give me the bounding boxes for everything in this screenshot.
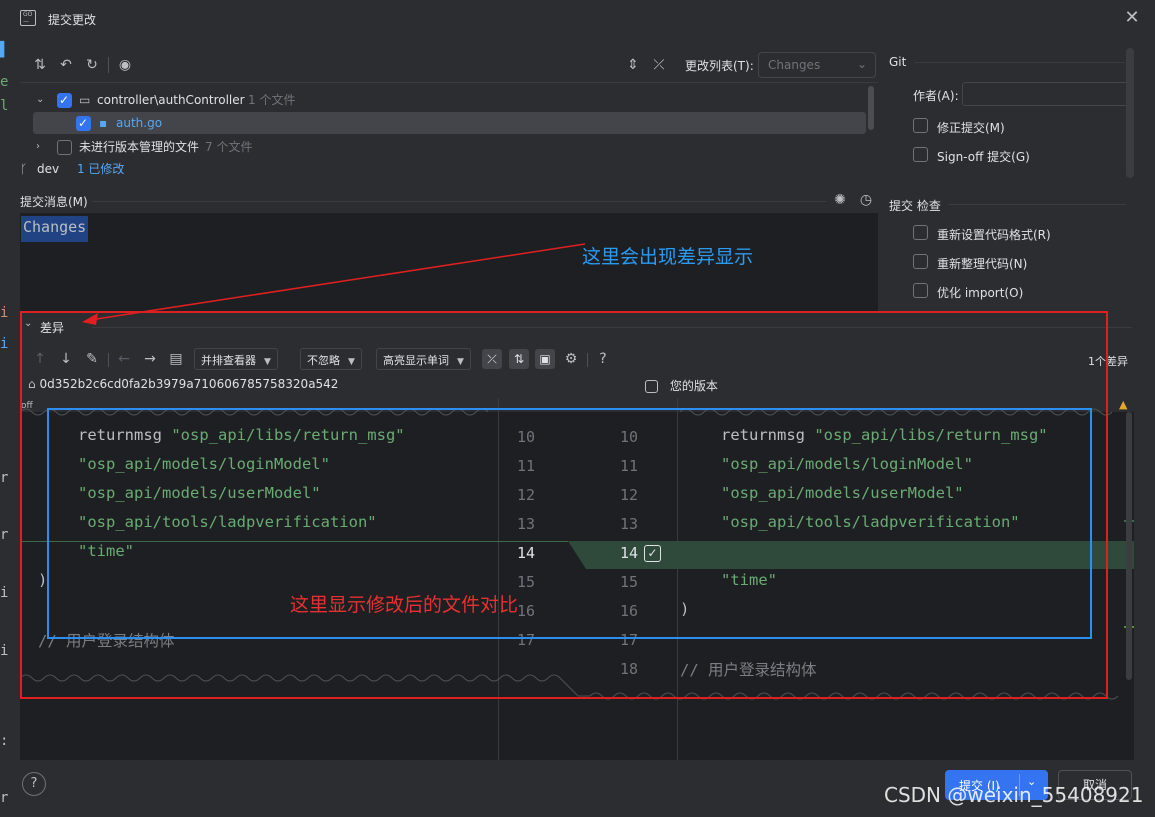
changelist-label: 更改列表(T): <box>685 59 754 73</box>
amend-checkbox[interactable] <box>913 118 928 133</box>
background-editor-edge: r <box>0 527 9 543</box>
rollback-icon[interactable]: ↶ <box>56 55 76 75</box>
tree-scrollbar[interactable] <box>868 86 874 130</box>
diff-scrollbar[interactable] <box>1126 412 1132 680</box>
chevron-down-icon[interactable]: ⌄ <box>36 89 44 111</box>
toolbar-divider <box>108 57 109 73</box>
background-editor-edge: : <box>0 733 9 749</box>
changelist-value: Changes <box>768 58 821 72</box>
title-bar: GO — 提交更改 ✕ <box>0 0 1155 38</box>
folder-file-count: 1 个文件 <box>248 93 296 107</box>
section-divider <box>915 62 1125 63</box>
folder-name: controller\authController <box>97 93 245 107</box>
optimize-imports-label[interactable]: 优化 import(O) <box>937 284 1023 301</box>
chevron-down-icon: ⌄ <box>856 57 867 71</box>
background-editor-edge: r <box>0 470 9 486</box>
background-editor-edge: e <box>0 74 9 90</box>
close-icon[interactable]: ✕ <box>1122 8 1142 28</box>
file-checkbox[interactable] <box>76 112 91 134</box>
amend-label[interactable]: 修正提交(M) <box>937 119 1005 136</box>
changelist-select[interactable]: Changes ⌄ <box>758 52 876 78</box>
branch-icon: ᚴ <box>20 162 28 176</box>
background-editor-edge: l <box>0 98 9 114</box>
background-editor-edge: ▌ <box>0 42 9 58</box>
author-label: 作者(A): <box>913 89 959 103</box>
signoff-label[interactable]: Sign-off 提交(G) <box>937 148 1030 165</box>
expand-all-icon[interactable]: ⇕ <box>623 55 643 75</box>
signoff-checkbox[interactable] <box>913 147 928 162</box>
refresh-icon[interactable]: ↻ <box>82 55 102 75</box>
ai-generate-icon[interactable]: ✺ <box>830 190 850 210</box>
section-divider <box>948 204 1126 205</box>
tree-file-row[interactable]: ▪ auth.go <box>33 112 866 134</box>
unversioned-checkbox[interactable] <box>57 140 72 155</box>
file-name: auth.go <box>116 116 163 130</box>
git-panel-title: Git <box>889 55 907 69</box>
app-logo-icon: GO — <box>20 10 36 26</box>
modified-count[interactable]: 1 已修改 <box>77 162 124 176</box>
section-divider <box>92 201 827 202</box>
reformat-label[interactable]: 重新设置代码格式(R) <box>937 226 1051 243</box>
chevron-right-icon[interactable]: › <box>36 136 40 158</box>
background-editor-edge: i <box>0 585 9 601</box>
tree-unversioned-row[interactable]: › 未进行版本管理的文件 7 个文件 <box>20 136 866 158</box>
rearrange-checkbox[interactable] <box>913 254 928 269</box>
branch-row: ᚴ dev 1 已修改 <box>20 160 124 177</box>
eye-icon[interactable]: ◉ <box>115 55 135 75</box>
watermark: CSDN @weixin_55408921 <box>884 783 1144 807</box>
warning-icon: ▲ <box>1119 398 1128 411</box>
branch-name[interactable]: dev <box>37 162 59 176</box>
background-editor-edge: i <box>0 643 9 659</box>
right-panel-scrollbar[interactable] <box>1126 48 1134 178</box>
tree-folder-row[interactable]: ⌄ ▭ controller\authController 1 个文件 <box>20 89 866 111</box>
unversioned-count: 7 个文件 <box>205 140 253 154</box>
commit-message-label: 提交消息(M) <box>20 195 88 209</box>
commit-dialog: GO — 提交更改 ✕ ▌ e l i i r r i i : r ⇅ ↶ ↻ ◉… <box>0 0 1155 817</box>
window-title: 提交更改 <box>48 13 97 27</box>
commit-message-text[interactable]: Changes <box>21 216 89 242</box>
collapse-all-icon[interactable]: ⤫ <box>649 55 669 75</box>
unversioned-name: 未进行版本管理的文件 <box>79 140 200 154</box>
go-file-icon: ▪ <box>99 116 108 130</box>
rearrange-label[interactable]: 重新整理代码(N) <box>937 255 1027 272</box>
background-editor-edge: i <box>0 305 9 321</box>
changes-tree: ⌄ ▭ controller\authController 1 个文件 ▪ au… <box>20 82 878 156</box>
reformat-checkbox[interactable] <box>913 225 928 240</box>
update-icon[interactable]: ⇅ <box>30 55 50 75</box>
background-editor-edge: i <box>0 336 9 352</box>
background-editor-edge: r <box>0 790 9 806</box>
checks-title: 提交 检查 <box>889 199 941 213</box>
history-icon[interactable]: ◷ <box>856 190 876 210</box>
help-button[interactable]: ? <box>22 772 46 796</box>
annotation-arrow <box>82 243 586 325</box>
annotation-red-note: 这里显示修改后的文件对比 <box>290 594 519 616</box>
annotation-blue-box <box>47 408 1092 639</box>
annotation-blue-note: 这里会出现差异显示 <box>582 246 754 268</box>
author-input[interactable] <box>962 82 1134 106</box>
folder-checkbox[interactable] <box>57 89 72 111</box>
folder-icon: ▭ <box>79 93 91 107</box>
optimize-imports-checkbox[interactable] <box>913 283 928 298</box>
